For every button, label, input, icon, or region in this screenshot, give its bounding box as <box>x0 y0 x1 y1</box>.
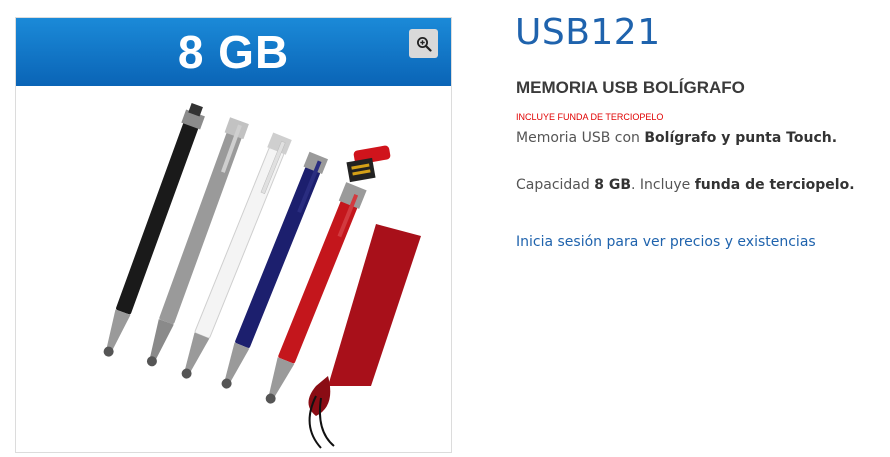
description-line-2: Capacidad 8 GB. Incluye funda de terciop… <box>516 177 855 193</box>
product-image[interactable]: 8 GB <box>15 17 452 453</box>
capacity-banner: 8 GB <box>16 18 451 86</box>
login-link[interactable]: Inicia sesión para ver precios y existen… <box>516 234 816 250</box>
usb-pens-photo <box>103 102 421 449</box>
promo-label: INCLUYE FUNDA DE TERCIOPELO <box>516 112 664 122</box>
capacity-banner-text: 8 GB <box>177 26 290 78</box>
usb-cap <box>346 145 391 183</box>
product-title: MEMORIA USB BOLÍGRAFO <box>516 78 745 97</box>
product-sku: USB121 <box>515 12 661 53</box>
description-line-1: Memoria USB con Bolígrafo y punta Touch. <box>516 130 838 146</box>
zoom-button[interactable] <box>409 29 438 58</box>
zoom-in-icon <box>416 36 432 52</box>
